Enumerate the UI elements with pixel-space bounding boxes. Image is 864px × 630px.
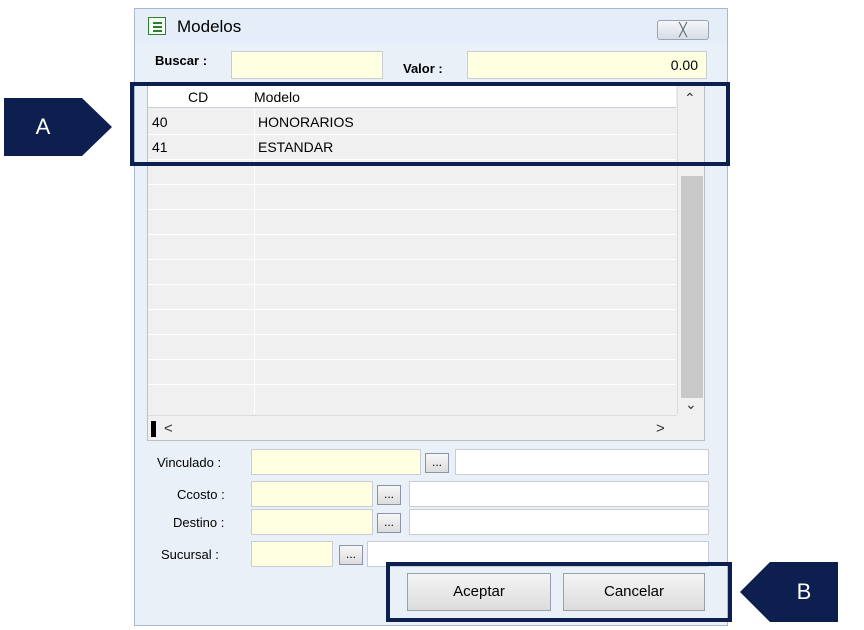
destino-lookup-button[interactable]: ... <box>377 513 401 533</box>
horizontal-scrollbar[interactable]: < > <box>148 415 677 440</box>
destino-label: Destino : <box>173 515 225 530</box>
grid-line <box>148 209 676 210</box>
annotation-label-a: A <box>4 98 82 156</box>
buscar-input[interactable] <box>231 51 383 79</box>
annotation-box-a <box>130 82 730 166</box>
grid-line <box>148 384 676 385</box>
valor-label: Valor : <box>403 61 443 76</box>
scroll-right-icon[interactable]: > <box>656 420 665 437</box>
ccosto-label: Ccosto : <box>177 487 225 502</box>
grid-line <box>148 284 676 285</box>
sucursal-label: Sucursal : <box>161 547 219 562</box>
window-title: Modelos <box>177 17 242 36</box>
annotation-label-b: B <box>770 562 838 622</box>
destino-description <box>409 509 709 535</box>
buscar-label: Buscar : <box>155 53 208 68</box>
scroll-thumb[interactable] <box>681 176 703 398</box>
valor-input[interactable]: 0.00 <box>467 51 707 79</box>
annotation-box-b <box>386 562 732 622</box>
sucursal-input[interactable] <box>251 541 333 567</box>
close-button[interactable]: ╳ <box>657 20 709 40</box>
ccosto-lookup-button[interactable]: ... <box>377 485 401 505</box>
grid-line <box>148 309 676 310</box>
vinculado-label: Vinculado : <box>157 455 222 470</box>
vinculado-description <box>455 449 709 475</box>
vinculado-input[interactable] <box>251 449 421 475</box>
vinculado-lookup-button[interactable]: ... <box>425 453 449 473</box>
grid-line <box>148 259 676 260</box>
scroll-position-marker <box>151 421 156 437</box>
annotation-arrow-a <box>82 98 112 156</box>
grid-line <box>148 234 676 235</box>
destino-input[interactable] <box>251 509 373 535</box>
grid-line <box>148 359 676 360</box>
ccosto-description <box>409 481 709 507</box>
annotation-arrow-b <box>740 562 770 622</box>
title-bar[interactable]: Modelos ╳ <box>135 9 727 43</box>
grid-line <box>148 334 676 335</box>
scroll-left-icon[interactable]: < <box>164 420 173 437</box>
sucursal-lookup-button[interactable]: ... <box>339 545 363 565</box>
close-icon: ╳ <box>679 22 687 37</box>
document-list-icon <box>148 17 166 35</box>
grid-line <box>148 184 676 185</box>
scroll-down-icon[interactable]: ⌄ <box>685 396 697 413</box>
ccosto-input[interactable] <box>251 481 373 507</box>
